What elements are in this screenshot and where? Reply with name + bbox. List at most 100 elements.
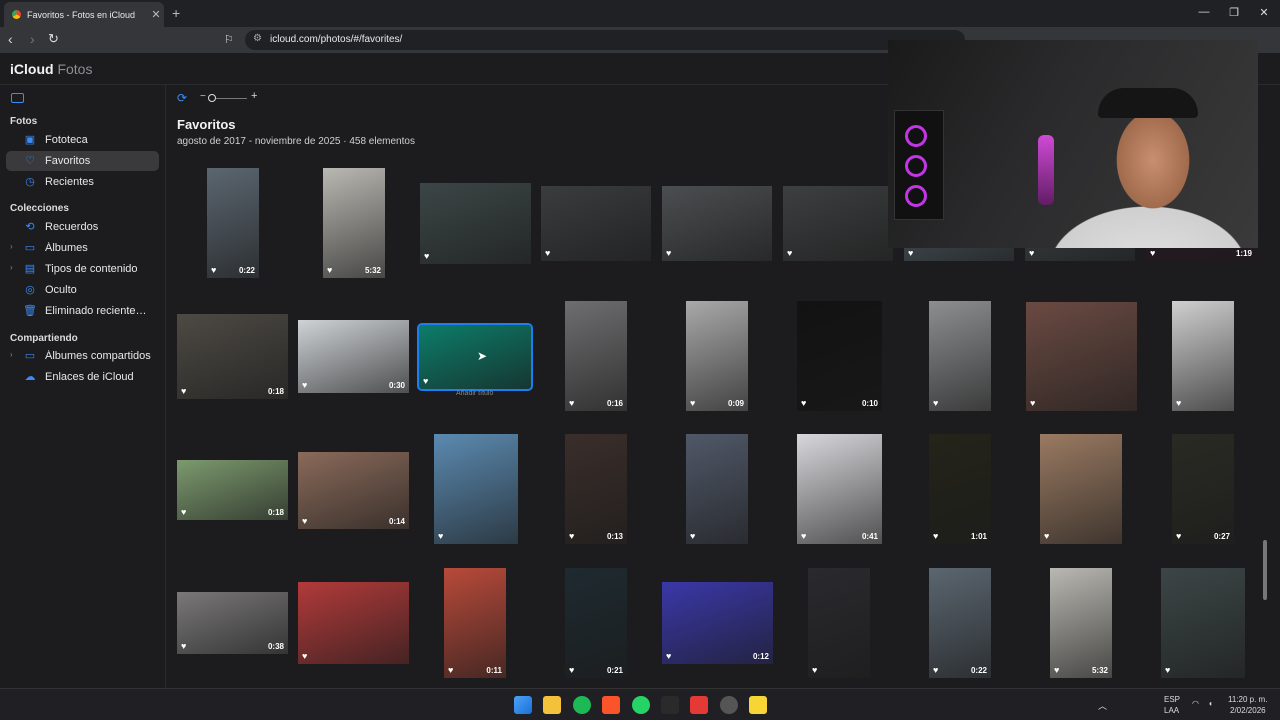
- brave-browser-icon[interactable]: [602, 696, 620, 714]
- favorite-heart-icon[interactable]: ♥: [1176, 531, 1181, 541]
- sidebar-item-recientes[interactable]: ◷ Recientes: [6, 172, 159, 192]
- volume-icon[interactable]: ◖: [1208, 699, 1213, 708]
- favorite-heart-icon[interactable]: ♥: [1029, 248, 1034, 258]
- favorite-heart-icon[interactable]: ♥: [787, 248, 792, 258]
- restore-icon[interactable]: ❐: [1224, 6, 1244, 19]
- forward-icon[interactable]: ›: [30, 31, 35, 47]
- photo-thumbnail[interactable]: ♥: [783, 186, 893, 261]
- bookmark-icon[interactable]: ⚐: [224, 33, 234, 46]
- file-explorer-icon[interactable]: [543, 696, 561, 714]
- photo-thumbnail[interactable]: ♥ 5:32: [1050, 568, 1112, 678]
- photo-thumbnail[interactable]: ♥ 1:01: [929, 434, 991, 544]
- favorite-heart-icon[interactable]: ♥: [1054, 665, 1059, 675]
- favorite-heart-icon[interactable]: ♥: [1165, 665, 1170, 675]
- favorite-heart-icon[interactable]: ♥: [1044, 531, 1049, 541]
- site-info-icon[interactable]: ⚙: [253, 33, 262, 44]
- favorite-heart-icon[interactable]: ♥: [569, 665, 574, 675]
- favorite-heart-icon[interactable]: ♥: [181, 386, 186, 396]
- minimize-icon[interactable]: —: [1194, 6, 1214, 18]
- favorite-heart-icon[interactable]: ♥: [801, 531, 806, 541]
- photo-thumbnail[interactable]: ♥ 5:32: [323, 168, 385, 278]
- photo-thumbnail[interactable]: ♥ 0:38: [177, 592, 288, 654]
- photo-thumbnail[interactable]: ♥: [420, 183, 531, 264]
- sidebar-item-oculto[interactable]: ◎ Oculto: [6, 280, 159, 300]
- favorite-heart-icon[interactable]: ♥: [1176, 398, 1181, 408]
- photo-thumbnail[interactable]: ♥: [541, 186, 651, 261]
- sidebar-item-eliminado[interactable]: 🗑 Eliminado recientemente: [6, 301, 159, 321]
- add-caption-text[interactable]: Añadir título: [456, 390, 493, 397]
- sync-icon[interactable]: ⟳: [177, 91, 187, 105]
- photo-thumbnail[interactable]: ♥ 0:11: [444, 568, 506, 678]
- sidebar-item-tipos[interactable]: › ▤ Tipos de contenido: [6, 259, 159, 279]
- language-indicator[interactable]: ESP: [1164, 695, 1180, 704]
- wifi-icon[interactable]: ◠: [1192, 699, 1199, 708]
- app-logo[interactable]: iCloud Fotos: [10, 61, 92, 77]
- favorite-heart-icon[interactable]: ♥: [933, 398, 938, 408]
- favorite-heart-icon[interactable]: ♥: [908, 248, 913, 258]
- favorite-heart-icon[interactable]: ♥: [690, 531, 695, 541]
- new-tab-icon[interactable]: +: [172, 5, 180, 21]
- sidebar-item-favoritos[interactable]: ♡ Favoritos: [6, 151, 159, 171]
- photo-thumbnail[interactable]: ♥: [417, 323, 533, 391]
- photo-thumbnail[interactable]: ♥ 0:10: [797, 301, 882, 411]
- favorite-heart-icon[interactable]: ♥: [302, 651, 307, 661]
- favorite-heart-icon[interactable]: ♥: [1150, 248, 1155, 258]
- photo-thumbnail[interactable]: ♥ 0:18: [177, 460, 288, 520]
- favorite-heart-icon[interactable]: ♥: [327, 265, 332, 275]
- keyboard-layout[interactable]: LAA: [1164, 706, 1179, 715]
- photo-thumbnail[interactable]: ♥ 0:14: [298, 452, 409, 529]
- favorite-heart-icon[interactable]: ♥: [801, 398, 806, 408]
- photo-thumbnail[interactable]: ♥ 0:27: [1172, 434, 1234, 544]
- zoom-out-icon[interactable]: −: [200, 91, 206, 102]
- sidebar-toggle-icon[interactable]: [11, 93, 24, 103]
- photo-thumbnail[interactable]: ♥ 0:22: [929, 568, 991, 678]
- favorite-heart-icon[interactable]: ♥: [666, 248, 671, 258]
- photo-thumbnail[interactable]: ♥ 0:21: [565, 568, 627, 678]
- favorite-heart-icon[interactable]: ♥: [423, 376, 428, 386]
- scrollbar[interactable]: [1263, 540, 1267, 600]
- chevron-right-icon[interactable]: ›: [10, 263, 13, 272]
- photo-thumbnail[interactable]: ♥ 0:16: [565, 301, 627, 411]
- photo-thumbnail[interactable]: ♥: [1026, 302, 1137, 411]
- chevron-right-icon[interactable]: ›: [10, 242, 13, 251]
- favorite-heart-icon[interactable]: ♥: [302, 380, 307, 390]
- zoom-in-icon[interactable]: +: [251, 90, 257, 102]
- favorite-heart-icon[interactable]: ♥: [569, 398, 574, 408]
- sidebar-item-enlaces[interactable]: ☁ Enlaces de iCloud: [6, 367, 159, 387]
- photo-thumbnail[interactable]: ♥: [434, 434, 518, 544]
- photo-thumbnail[interactable]: ♥: [662, 186, 772, 261]
- browser-tab[interactable]: Favoritos - Fotos en iCloud ✕: [4, 2, 164, 27]
- close-window-icon[interactable]: ✕: [1254, 6, 1274, 19]
- spotify-icon[interactable]: [573, 696, 591, 714]
- whatsapp-icon[interactable]: [632, 696, 650, 714]
- favorite-heart-icon[interactable]: ♥: [569, 531, 574, 541]
- favorite-heart-icon[interactable]: ♥: [211, 265, 216, 275]
- sidebar-item-albumes-compartidos[interactable]: › ▭ Álbumes compartidos: [6, 346, 159, 366]
- windows-start-icon[interactable]: [514, 696, 532, 714]
- photo-thumbnail[interactable]: ♥ 0:12: [662, 582, 773, 664]
- chevron-right-icon[interactable]: ›: [10, 350, 13, 359]
- photo-thumbnail[interactable]: ♥ 0:09: [686, 301, 748, 411]
- slider-thumb[interactable]: [208, 94, 216, 102]
- tray-overflow-icon[interactable]: ︿: [1098, 699, 1107, 712]
- photo-thumbnail[interactable]: ♥: [929, 301, 991, 411]
- sidebar-item-albumes[interactable]: › ▭ Álbumes: [6, 238, 159, 258]
- reload-icon[interactable]: ↻: [48, 31, 59, 47]
- zoom-slider[interactable]: −: [200, 91, 248, 105]
- sidebar-item-recuerdos[interactable]: ⟲ Recuerdos: [6, 217, 159, 237]
- favorite-heart-icon[interactable]: ♥: [424, 251, 429, 261]
- url-bar[interactable]: ⚙ icloud.com/photos/#/favorites/: [245, 30, 965, 50]
- favorite-heart-icon[interactable]: ♥: [448, 665, 453, 675]
- photo-thumbnail[interactable]: ♥: [1172, 301, 1234, 411]
- photo-thumbnail[interactable]: ♥: [1040, 434, 1122, 544]
- favorite-heart-icon[interactable]: ♥: [181, 641, 186, 651]
- photo-thumbnail[interactable]: ♥ 0:41: [797, 434, 882, 544]
- sticky-notes-icon[interactable]: [749, 696, 767, 714]
- red-app-icon[interactable]: [690, 696, 708, 714]
- sidebar-item-fototeca[interactable]: ▣ Fototeca: [6, 130, 159, 150]
- favorite-heart-icon[interactable]: ♥: [438, 531, 443, 541]
- photo-thumbnail[interactable]: ♥ 0:18: [177, 314, 288, 399]
- clock-time[interactable]: 11:20 p. m.: [1228, 695, 1267, 704]
- tf-app-icon[interactable]: [661, 696, 679, 714]
- app-icon[interactable]: [720, 696, 738, 714]
